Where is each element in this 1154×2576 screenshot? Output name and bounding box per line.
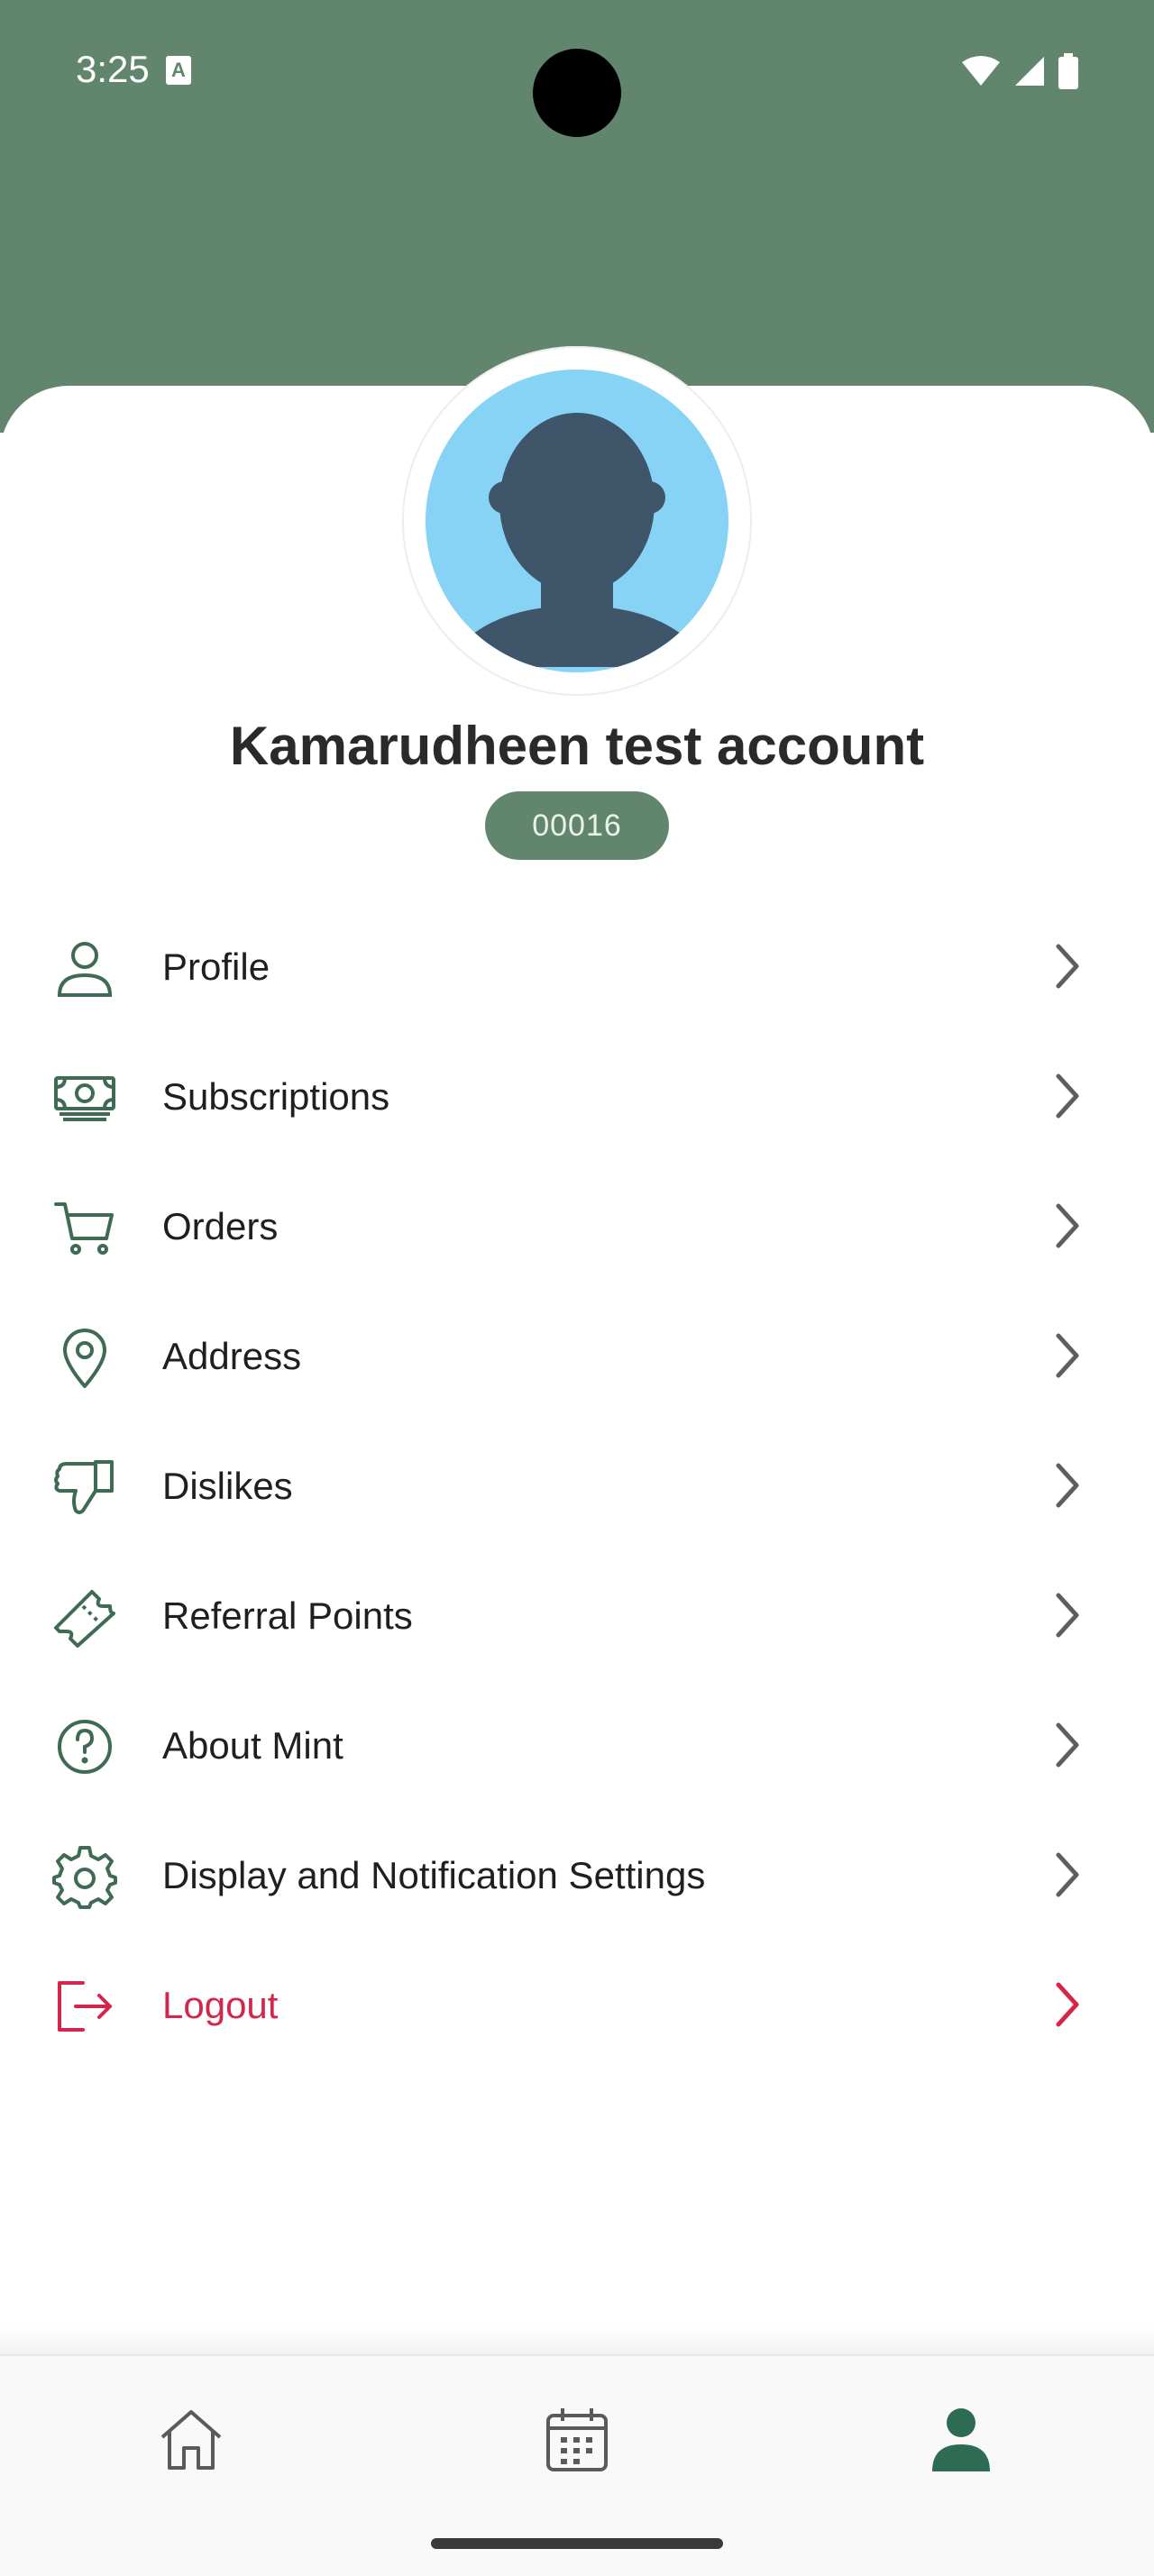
menu-label: Subscriptions xyxy=(162,1075,390,1118)
menu-label: Logout xyxy=(162,1984,279,2026)
chevron-right-icon xyxy=(1056,1203,1079,1248)
nav-home[interactable] xyxy=(155,2403,227,2475)
chevron-right-icon xyxy=(1056,1463,1079,1508)
menu-item-orders[interactable]: Orders xyxy=(0,1161,1154,1291)
menu-item-subscriptions[interactable]: Subscriptions xyxy=(0,1031,1154,1161)
menu-label: Display and Notification Settings xyxy=(162,1854,706,1896)
accessibility-a-icon: A xyxy=(166,56,191,85)
bottom-nav-shadow xyxy=(0,2325,1154,2358)
person-filled-icon xyxy=(932,2408,990,2471)
avatar[interactable] xyxy=(426,370,728,672)
gear-icon xyxy=(52,1846,117,1909)
battery-icon xyxy=(1058,53,1078,89)
cell-signal-icon xyxy=(1015,57,1044,86)
wifi-icon xyxy=(962,56,1000,86)
cart-icon xyxy=(54,1202,114,1255)
help-circle-icon xyxy=(58,1720,112,1774)
menu-label: Orders xyxy=(162,1205,279,1247)
chevron-right-icon xyxy=(1056,1073,1079,1119)
menu-label: Dislikes xyxy=(162,1465,293,1507)
chevron-right-icon xyxy=(1056,1593,1079,1638)
user-name: Kamarudheen test account xyxy=(229,716,925,776)
status-time: 3:25 xyxy=(76,48,150,90)
camera-cutout xyxy=(533,49,621,137)
status-bar: 3:25 A xyxy=(0,0,1154,137)
nav-account[interactable] xyxy=(925,2403,997,2475)
calendar-icon xyxy=(546,2408,608,2471)
chevron-right-icon xyxy=(1056,1722,1079,1768)
avatar-silhouette-icon xyxy=(444,413,710,667)
menu-item-display-notification-settings[interactable]: Display and Notification Settings xyxy=(0,1810,1154,1940)
menu-label: About Mint xyxy=(162,1724,343,1767)
profile-menu: Profile Subscriptions Orders Address Dis… xyxy=(0,901,1154,2069)
home-indicator xyxy=(431,2538,723,2549)
user-id-badge: 00016 xyxy=(485,791,669,860)
chevron-right-icon xyxy=(1056,1333,1079,1378)
status-icons xyxy=(961,50,1078,92)
menu-label: Profile xyxy=(162,945,270,988)
thumbs-down-icon xyxy=(54,1460,114,1514)
money-icon xyxy=(54,1076,115,1121)
nav-calendar[interactable] xyxy=(541,2403,613,2475)
location-pin-icon xyxy=(63,1329,106,1388)
menu-item-referral-points[interactable]: Referral Points xyxy=(0,1550,1154,1680)
chevron-right-icon xyxy=(1056,1982,1079,2027)
menu-item-profile[interactable]: Profile xyxy=(0,901,1154,1031)
menu-label: Referral Points xyxy=(162,1594,413,1637)
chevron-right-icon xyxy=(1056,1852,1079,1897)
menu-item-address[interactable]: Address xyxy=(0,1291,1154,1420)
chevron-right-icon xyxy=(1056,944,1079,989)
ticket-icon xyxy=(54,1590,115,1648)
person-icon xyxy=(57,942,113,997)
menu-item-about-mint[interactable]: About Mint xyxy=(0,1680,1154,1810)
menu-label: Address xyxy=(162,1335,302,1377)
menu-item-dislikes[interactable]: Dislikes xyxy=(0,1420,1154,1550)
logout-icon xyxy=(58,1981,112,2032)
menu-item-logout[interactable]: Logout xyxy=(0,1940,1154,2069)
home-icon xyxy=(160,2410,222,2470)
